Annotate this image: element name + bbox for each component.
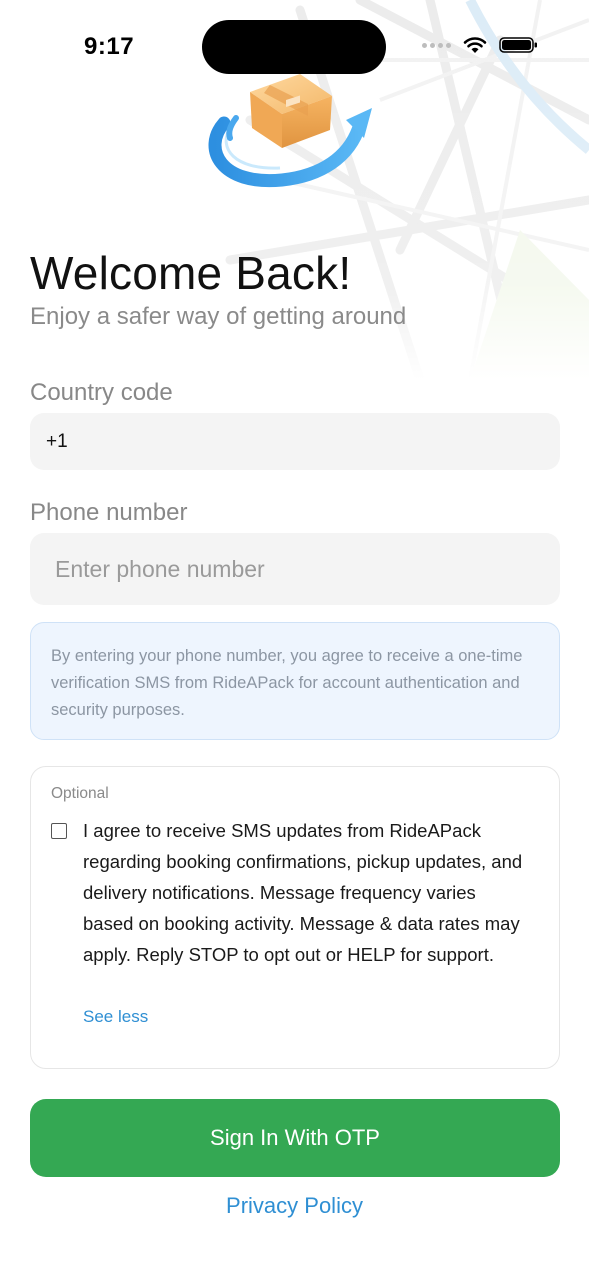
country-code-field[interactable]: +1 (30, 413, 560, 470)
verification-disclaimer: By entering your phone number, you agree… (30, 622, 560, 740)
page-subtitle: Enjoy a safer way of getting around (30, 303, 407, 330)
phone-number-label: Phone number (30, 499, 188, 526)
see-less-link[interactable]: See less (83, 1007, 148, 1027)
signal-dots-icon (422, 42, 451, 48)
status-bar: 9:17 (0, 0, 589, 90)
wifi-icon (463, 37, 487, 53)
status-time: 9:17 (84, 33, 135, 60)
privacy-policy-link[interactable]: Privacy Policy (0, 1193, 589, 1219)
page-title: Welcome Back! (30, 247, 352, 299)
sms-consent-text: I agree to receive SMS updates from Ride… (83, 820, 523, 965)
phone-number-input[interactable] (55, 555, 560, 583)
login-screen: 9:17 Welcome Back! Enjoy a safer way of … (0, 0, 589, 1280)
sms-consent-card: Optional I agree to receive SMS updates … (30, 766, 560, 1069)
battery-icon (499, 37, 537, 53)
country-code-label: Country code (30, 379, 173, 406)
status-icons (422, 36, 539, 54)
sms-consent-checkbox[interactable] (51, 823, 67, 839)
phone-number-field-container (30, 533, 560, 605)
sign-in-otp-button[interactable]: Sign In With OTP (30, 1099, 560, 1177)
optional-label: Optional (51, 785, 109, 802)
dynamic-island (202, 20, 386, 74)
